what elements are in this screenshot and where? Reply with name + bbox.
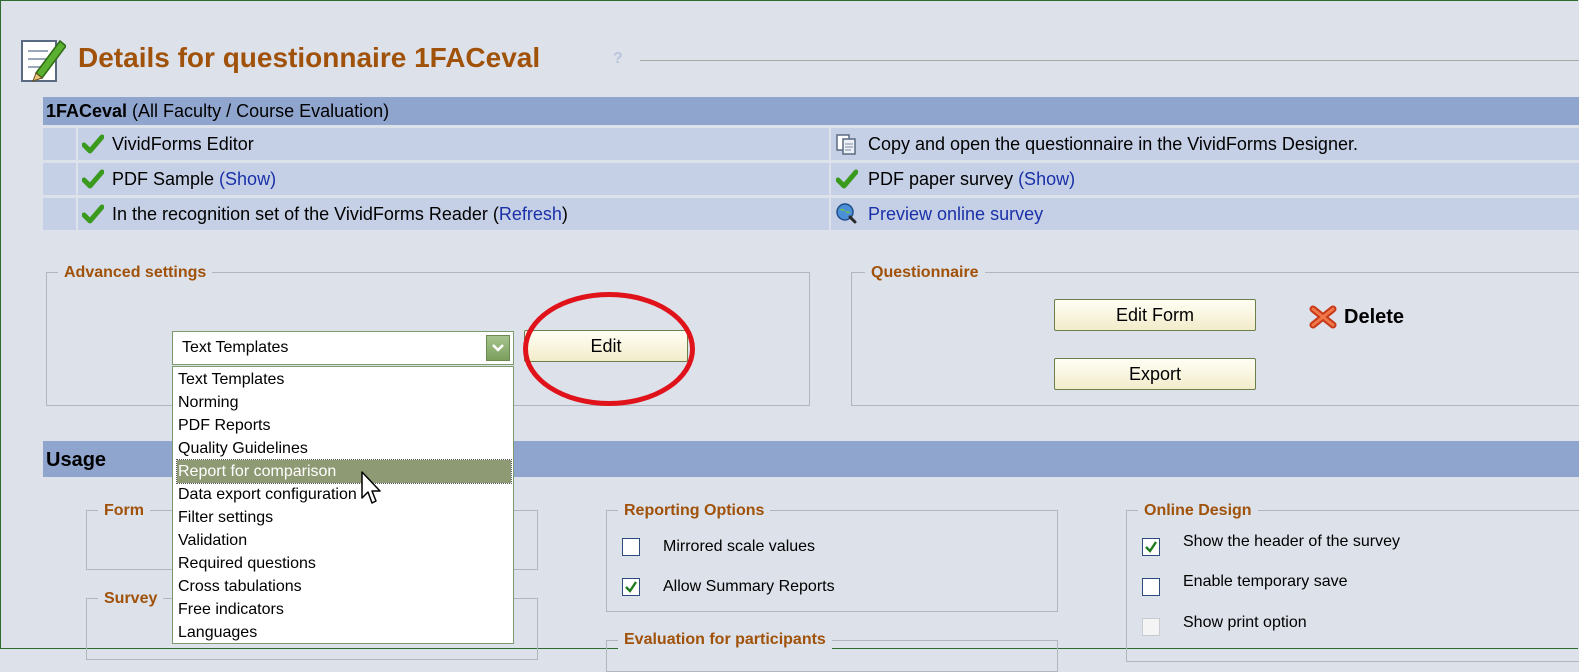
advanced-settings-legend: Advanced settings [58,264,213,282]
edit-form-button[interactable]: Edit Form [1054,299,1256,331]
dropdown-option-pdf-reports[interactable]: PDF Reports [177,414,511,437]
export-button[interactable]: Export [1054,358,1256,390]
questionnaire-scope: (All Faculty / Course Evaluation) [127,101,390,121]
evaluation-legend: Evaluation for participants [618,631,832,649]
dropdown-option-text-templates[interactable]: Text Templates [177,368,511,391]
check-icon [836,169,858,189]
edit-document-icon [21,39,66,82]
show-print-checkbox[interactable] [1142,618,1160,636]
info-column-divider [76,163,78,195]
vividforms-editor-label: VividForms Editor [112,134,254,154]
advanced-settings-dropdown: Text Templates Norming PDF Reports Quali… [172,366,514,644]
dropdown-option-languages[interactable]: Languages [177,621,511,644]
info-column-divider [829,163,831,195]
dropdown-option-validation[interactable]: Validation [177,529,511,552]
delete-link[interactable]: Delete [1344,306,1404,329]
preview-online-survey-link[interactable]: Preview online survey [868,204,1043,225]
dropdown-option-report-for-comparison[interactable]: Report for comparison [176,459,512,484]
title-divider [640,60,1579,61]
dropdown-option-data-export-configuration[interactable]: Data export configuration [177,483,511,506]
mirrored-scale-checkbox[interactable] [622,538,640,556]
dropdown-option-free-indicators[interactable]: Free indicators [177,598,511,621]
refresh-link[interactable]: Refresh [499,204,562,224]
chevron-down-icon[interactable] [486,335,510,361]
questionnaire-legend: Questionnaire [865,264,985,282]
questionnaire-name: 1FACeval [46,101,128,121]
mirrored-scale-label: Mirrored scale values [663,538,816,555]
reporting-options-legend: Reporting Options [618,502,771,520]
pdf-paper-survey-text: PDF paper survey (Show) [868,169,1075,190]
temporary-save-checkbox[interactable] [1142,578,1160,596]
check-icon [82,134,104,154]
recognition-set-label: In the recognition set of the VividForms… [112,204,499,224]
usage-title: Usage [46,449,107,471]
show-print-label: Show print option [1183,614,1307,631]
highlight-ellipse [523,292,695,406]
dropdown-option-quality-guidelines[interactable]: Quality Guidelines [177,437,511,460]
dropdown-option-norming[interactable]: Norming [177,391,511,414]
dropdown-option-filter-settings[interactable]: Filter settings [177,506,511,529]
copy-open-designer-link[interactable]: Copy and open the questionnaire in the V… [868,134,1358,155]
reporting-options-fieldset [606,510,1058,612]
check-icon [82,169,104,189]
show-header-checkbox[interactable] [1142,538,1160,556]
help-icon[interactable]: ? [613,50,623,68]
check-icon [82,204,104,224]
advanced-settings-select-value: Text Templates [182,339,289,356]
allow-summary-reports-label: Allow Summary Reports [663,578,835,595]
questionnaire-info-title: 1FACeval (All Faculty / Course Evaluatio… [46,101,389,122]
show-header-label: Show the header of the survey [1183,533,1401,550]
page-title: Details for questionnaire 1FACeval [78,42,541,73]
info-column-divider [829,198,831,230]
dropdown-option-required-questions[interactable]: Required questions [177,552,511,575]
survey-legend: Survey [98,590,164,608]
delete-x-icon[interactable] [1309,304,1337,330]
pdf-sample-show-link[interactable]: (Show) [219,169,276,189]
pdf-sample-text: PDF Sample (Show) [112,169,276,190]
pdf-paper-survey-show-link[interactable]: (Show) [1018,169,1075,189]
info-column-divider [76,198,78,230]
recognition-set-text: In the recognition set of the VividForms… [112,204,568,225]
form-legend: Form [98,502,150,520]
globe-search-icon[interactable] [835,202,857,224]
dropdown-option-cross-tabulations[interactable]: Cross tabulations [177,575,511,598]
allow-summary-reports-checkbox[interactable] [622,578,640,596]
temporary-save-label: Enable temporary save [1183,573,1348,590]
pdf-paper-survey-label: PDF paper survey [868,169,1019,189]
copy-document-icon[interactable] [835,133,857,155]
pdf-sample-label: PDF Sample [112,169,220,189]
online-design-legend: Online Design [1138,502,1258,520]
mouse-pointer-icon [361,471,381,504]
recognition-set-close-paren: ) [561,204,568,224]
